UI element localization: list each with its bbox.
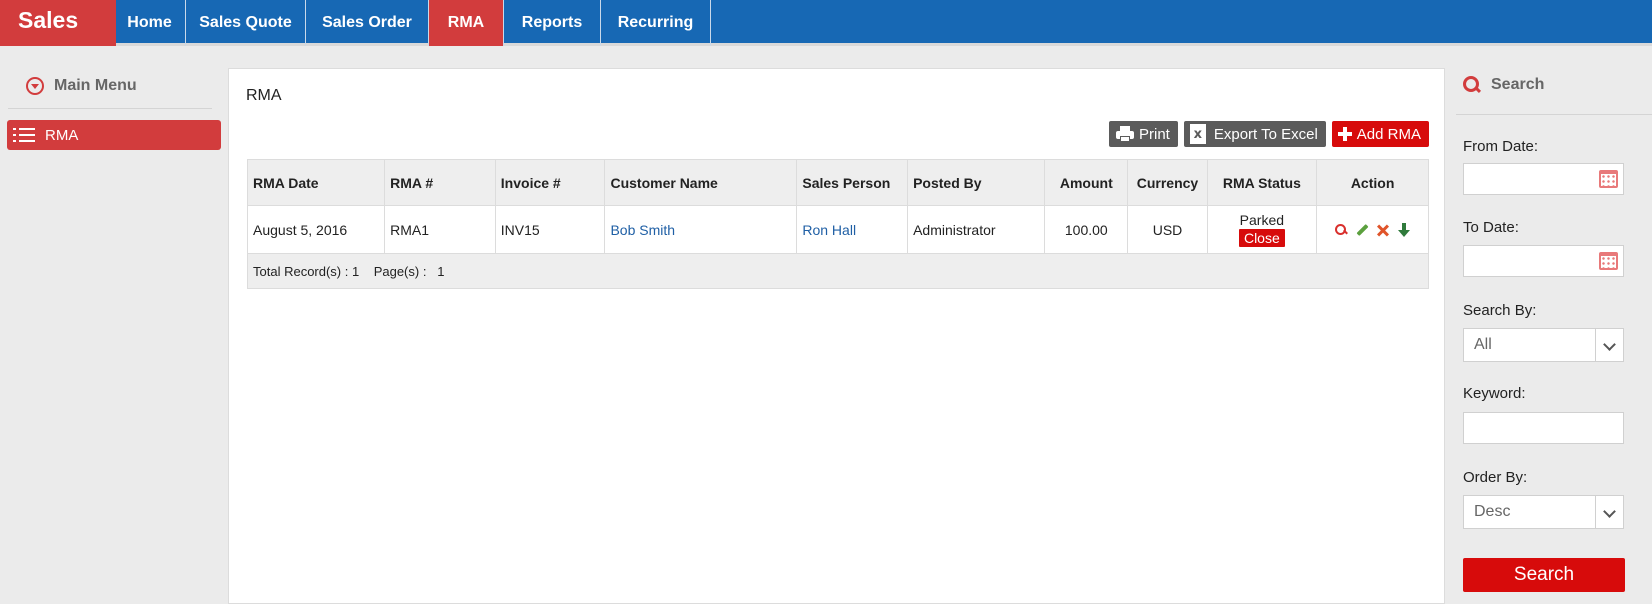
col-invoice-no[interactable]: Invoice # <box>494 159 606 206</box>
rma-panel: RMA Print x Export To Excel Add RMA RMA … <box>228 68 1445 604</box>
rma-table: RMA Date RMA # Invoice # Customer Name S… <box>246 159 1429 289</box>
col-amount[interactable]: Amount <box>1044 159 1129 206</box>
search-by-label: Search By: <box>1463 302 1537 319</box>
search-divider <box>1456 114 1652 115</box>
table-row: August 5, 2016 RMA1 INV15 Bob Smith Ron … <box>246 205 1429 254</box>
cell-rma-status: Parked Close <box>1206 205 1318 254</box>
order-by-value: Desc <box>1474 503 1511 520</box>
keyword-label: Keyword: <box>1463 385 1526 402</box>
add-rma-button[interactable]: Add RMA <box>1331 121 1429 147</box>
sidebar-divider <box>8 108 212 109</box>
printer-icon <box>1115 126 1135 142</box>
download-icon[interactable] <box>1397 222 1411 237</box>
col-posted-by[interactable]: Posted By <box>907 159 1046 206</box>
col-customer-name[interactable]: Customer Name <box>604 159 798 206</box>
search-by-value: All <box>1474 336 1492 353</box>
order-by-select[interactable]: Desc <box>1463 495 1624 529</box>
toolbar: Print x Export To Excel Add RMA <box>1109 121 1429 147</box>
col-rma-no[interactable]: RMA # <box>384 159 496 206</box>
page-title: RMA <box>246 87 282 104</box>
export-excel-button[interactable]: x Export To Excel <box>1183 121 1326 147</box>
cell-currency: USD <box>1127 205 1208 254</box>
keyword-input[interactable] <box>1463 412 1624 444</box>
cell-customer: Bob Smith <box>604 205 798 254</box>
pages-value: 1 <box>437 263 445 279</box>
nav-sales-quote[interactable]: Sales Quote <box>186 0 306 46</box>
sidebar-item-label: RMA <box>45 126 79 144</box>
to-date-field[interactable] <box>1463 245 1624 277</box>
delete-icon[interactable] <box>1376 223 1390 237</box>
search-icon <box>1463 76 1481 94</box>
chevron-down-icon <box>1595 329 1623 361</box>
cell-amount: 100.00 <box>1044 205 1129 254</box>
nav-rma[interactable]: RMA <box>429 0 504 46</box>
search-button[interactable]: Search <box>1463 558 1625 592</box>
nav-home[interactable]: Home <box>114 0 186 46</box>
excel-icon: x <box>1189 124 1206 144</box>
order-by-label: Order By: <box>1463 469 1528 486</box>
col-rma-date[interactable]: RMA Date <box>246 159 386 206</box>
search-heading: Search <box>1463 76 1544 94</box>
export-label: Export To Excel <box>1213 125 1318 143</box>
col-action: Action <box>1316 159 1429 206</box>
plus-icon <box>1337 127 1352 141</box>
sidebar-item-rma[interactable]: RMA <box>7 120 221 150</box>
col-sales-person[interactable]: Sales Person <box>796 159 909 206</box>
cell-rma-date: August 5, 2016 <box>246 205 386 254</box>
cell-rma-no: RMA1 <box>384 205 496 254</box>
pages-label: Page(s) : <box>373 263 427 279</box>
view-icon[interactable] <box>1334 223 1348 237</box>
from-date-label: From Date: <box>1463 138 1539 155</box>
cell-actions <box>1316 205 1429 254</box>
to-date-label: To Date: <box>1463 219 1519 236</box>
chevron-down-icon <box>1595 496 1623 528</box>
cell-invoice-no: INV15 <box>494 205 606 254</box>
top-navigation-bar: Sales Home Sales Quote Sales Order RMA R… <box>0 0 1652 46</box>
table-footer: Total Record(s) : 1 Page(s) : 1 <box>247 253 1429 289</box>
cell-posted-by: Administrator <box>907 205 1046 254</box>
close-rma-button[interactable]: Close <box>1238 229 1285 247</box>
brand-arrow <box>88 0 114 46</box>
nav-recurring[interactable]: Recurring <box>601 0 711 46</box>
cell-sales-person: Ron Hall <box>796 205 909 254</box>
main-menu-label: Main Menu <box>54 77 137 94</box>
main-nav: Home Sales Quote Sales Order RMA Reports… <box>114 0 711 46</box>
table-header-row: RMA Date RMA # Invoice # Customer Name S… <box>246 159 1429 206</box>
calendar-icon[interactable] <box>1599 252 1618 270</box>
calendar-icon[interactable] <box>1599 170 1618 188</box>
search-by-select[interactable]: All <box>1463 328 1624 362</box>
add-rma-label: Add RMA <box>1356 125 1421 143</box>
chevron-down-icon <box>26 77 44 95</box>
col-rma-status[interactable]: RMA Status <box>1206 159 1318 206</box>
print-button[interactable]: Print <box>1109 121 1178 147</box>
main-menu-heading[interactable]: Main Menu <box>26 74 137 98</box>
edit-icon[interactable] <box>1355 223 1369 237</box>
total-records-value: 1 <box>352 263 360 279</box>
nav-reports[interactable]: Reports <box>504 0 601 46</box>
table-footer-row: Total Record(s) : 1 Page(s) : 1 <box>247 253 1429 289</box>
list-icon <box>13 128 35 142</box>
status-text: Parked <box>1239 212 1285 228</box>
from-date-field[interactable] <box>1463 163 1624 195</box>
print-label: Print <box>1139 125 1170 143</box>
total-records-label: Total Record(s) : <box>253 263 349 279</box>
sales-person-link[interactable]: Ron Hall <box>802 222 856 238</box>
nav-sales-order[interactable]: Sales Order <box>306 0 429 46</box>
search-heading-label: Search <box>1491 76 1545 93</box>
col-currency[interactable]: Currency <box>1127 159 1208 206</box>
customer-link[interactable]: Bob Smith <box>610 222 675 238</box>
